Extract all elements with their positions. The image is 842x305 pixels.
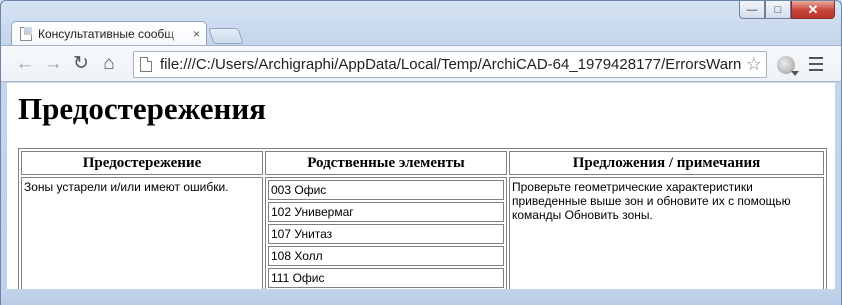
reload-button[interactable]: ↻ (67, 50, 95, 78)
list-item[interactable]: 111 Офис (268, 268, 504, 288)
bookmark-star-icon[interactable]: ☆ (742, 54, 766, 75)
tab-title: Консультативные сообщ (38, 27, 175, 41)
window-controls: — □ ✕ (739, 1, 835, 19)
list-item[interactable]: 108 Холл (268, 246, 504, 266)
warning-cell: Зоны устарели и/или имеют ошибки. (21, 177, 263, 289)
list-item[interactable]: 102 Универмаг (268, 202, 504, 222)
new-tab-button[interactable] (208, 28, 244, 44)
browser-window: — □ ✕ Консультативные сообщ × ← → ↻ ⌂ fi… (0, 0, 842, 305)
minimize-button[interactable]: — (739, 1, 765, 19)
warnings-table: Предостережение Родственные элементы Пре… (18, 148, 827, 289)
extension-icon[interactable] (777, 56, 799, 76)
back-button[interactable]: ← (11, 50, 39, 78)
tab-close-icon[interactable]: × (193, 27, 200, 41)
column-header-suggestions: Предложения / примечания (509, 151, 824, 175)
related-elements-list: 003 Офис 102 Универмаг 107 Унитаз 108 Хо… (268, 178, 504, 289)
file-page-icon (140, 57, 152, 72)
menu-icon[interactable] (809, 57, 823, 71)
home-button[interactable]: ⌂ (95, 50, 123, 78)
page-favicon-icon (20, 27, 32, 41)
address-bar[interactable]: file:///C:/Users/Archigraphi/AppData/Loc… (133, 51, 767, 78)
list-item[interactable]: 003 Офис (268, 180, 504, 200)
related-elements-cell: 003 Офис 102 Универмаг 107 Унитаз 108 Хо… (265, 177, 507, 289)
tab-active[interactable]: Консультативные сообщ × (11, 21, 207, 46)
column-header-related: Родственные элементы (265, 151, 507, 175)
url-text[interactable]: file:///C:/Users/Archigraphi/AppData/Loc… (160, 56, 742, 73)
suggestion-cell: Проверьте геометрические характеристики … (509, 177, 824, 289)
page-viewport: Предостережения Предостережение Родствен… (7, 83, 835, 289)
toolbar: ← → ↻ ⌂ file:///C:/Users/Archigraphi/App… (1, 45, 841, 82)
table-row: Зоны устарели и/или имеют ошибки. 003 Оф… (21, 177, 824, 289)
list-item[interactable]: 107 Унитаз (268, 224, 504, 244)
column-header-warning: Предостережение (21, 151, 263, 175)
forward-button[interactable]: → (39, 50, 67, 78)
table-header-row: Предостережение Родственные элементы Пре… (21, 151, 824, 175)
window-bottom-frame (1, 289, 841, 305)
maximize-button[interactable]: □ (765, 1, 791, 19)
close-window-button[interactable]: ✕ (791, 1, 835, 19)
page-title: Предостережения (18, 91, 266, 126)
tab-strip: Консультативные сообщ × (11, 20, 244, 46)
